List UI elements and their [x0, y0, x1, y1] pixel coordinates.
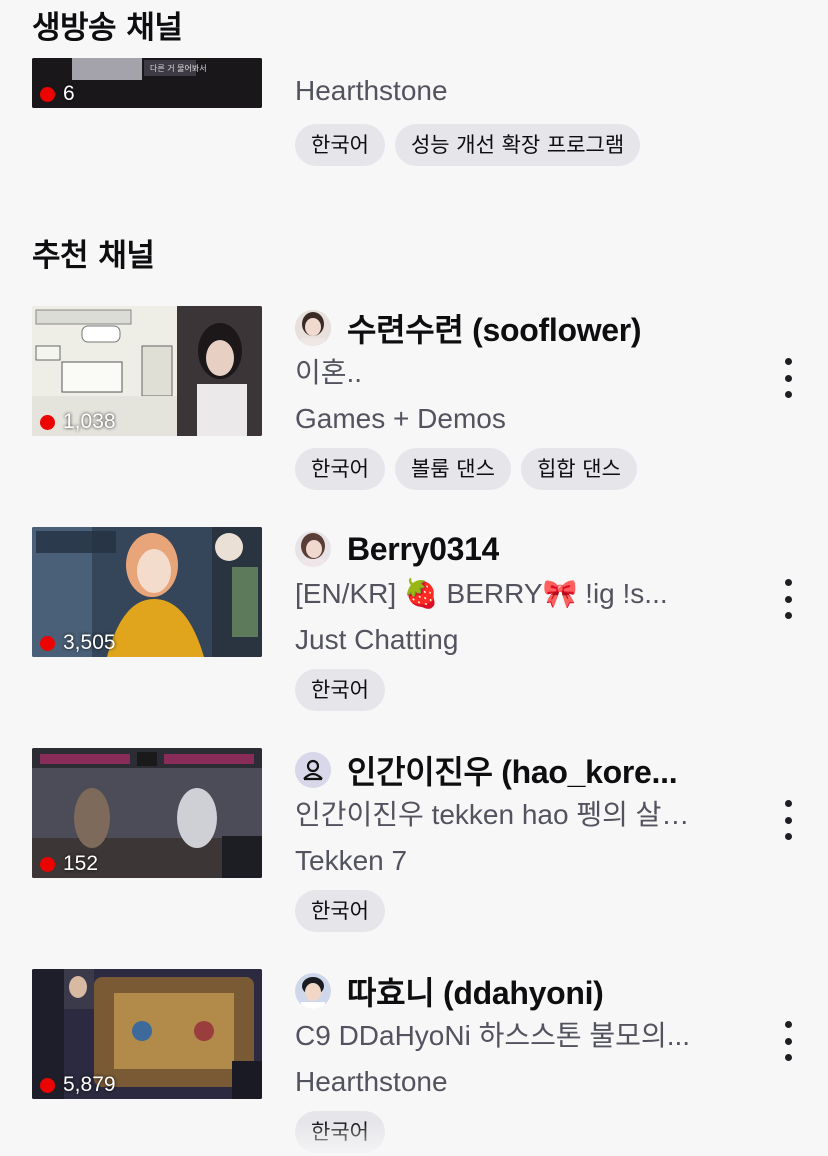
recommended-channels-page: 생방송 채널 다른 거 물어봐서 6 Hearthstone 한국어 성능 개선…: [0, 0, 828, 1156]
viewer-count-value: 5,879: [63, 1073, 116, 1096]
stream-category[interactable]: Games + Demos: [295, 396, 745, 442]
live-dot-icon: [40, 414, 55, 430]
tag[interactable]: 볼룸 댄스: [394, 448, 511, 490]
stream-thumbnail[interactable]: 다른 거 물어봐서 6: [32, 58, 262, 108]
channel-info: Hearthstone 한국어 성능 개선 확장 프로그램: [295, 68, 745, 166]
stream-title[interactable]: [EN/KR] 🍓 BERRY🎀 !ig !s...: [295, 571, 745, 617]
viewer-count-value: 3,505: [63, 631, 116, 654]
more-vertical-icon[interactable]: [776, 1021, 800, 1061]
default-user-icon: [295, 752, 331, 788]
live-dot-icon: [40, 635, 55, 651]
tag-list: 한국어: [295, 669, 745, 711]
tag[interactable]: 힙합 댄스: [520, 448, 637, 490]
tag[interactable]: 한국어: [295, 124, 385, 166]
viewer-count-value: 1,038: [63, 410, 116, 433]
tag-list: 한국어 볼룸 댄스 힙합 댄스: [295, 448, 745, 490]
stream-thumbnail[interactable]: 1,038: [32, 306, 262, 436]
viewer-count-value: 6: [63, 82, 75, 105]
stream-thumbnail[interactable]: 152: [32, 748, 262, 878]
stream-category[interactable]: Tekken 7: [295, 838, 745, 884]
avatar-image: [295, 310, 331, 346]
viewer-count: 6: [40, 82, 75, 106]
tag[interactable]: 성능 개선 확장 프로그램: [394, 124, 641, 166]
stream-thumbnail[interactable]: 5,879: [32, 969, 262, 1099]
channel-name[interactable]: 인간이진우 (hao_kore...: [347, 747, 677, 793]
live-dot-icon: [40, 86, 55, 102]
stream-title[interactable]: 인간이진우 tekken hao 펭의 살…: [295, 792, 745, 838]
viewer-count: 1,038: [40, 410, 116, 434]
channel-info: Berry0314 [EN/KR] 🍓 BERRY🎀 !ig !s... Jus…: [295, 527, 745, 711]
stream-title[interactable]: 이혼..: [295, 350, 745, 396]
tag[interactable]: 한국어: [295, 669, 385, 711]
scroll-fade: [0, 1122, 828, 1156]
live-dot-icon: [40, 1077, 55, 1093]
channel-info: 수련수련 (sooflower) 이혼.. Games + Demos 한국어 …: [295, 306, 745, 490]
viewer-count: 5,879: [40, 1073, 116, 1097]
stream-title[interactable]: C9 DDaHyoNi 하스스톤 불모의...: [295, 1013, 745, 1059]
more-vertical-icon[interactable]: [776, 800, 800, 840]
channel-name[interactable]: 따효니 (ddahyoni): [347, 968, 604, 1014]
channel-name[interactable]: 수련수련 (sooflower): [347, 305, 641, 351]
avatar[interactable]: [295, 752, 331, 788]
channel-info: 인간이진우 (hao_kore... 인간이진우 tekken hao 펭의 살…: [295, 748, 745, 932]
channel-card[interactable]: 1,038 수련수련 (sooflower) 이혼.. Games + Demo…: [0, 306, 828, 506]
channel-card[interactable]: 3,505 Berry0314 [EN/KR] 🍓 BERRY🎀 !ig !s.…: [0, 527, 828, 727]
tag[interactable]: 한국어: [295, 448, 385, 490]
stream-category[interactable]: Just Chatting: [295, 617, 745, 663]
viewer-count: 3,505: [40, 631, 116, 655]
recommended-section-title: 추천 채널: [32, 238, 155, 274]
live-dot-icon: [40, 856, 55, 872]
tag[interactable]: 한국어: [295, 890, 385, 932]
stream-category[interactable]: Hearthstone: [295, 1059, 745, 1105]
more-vertical-icon[interactable]: [776, 579, 800, 619]
avatar-image: [295, 531, 331, 567]
more-vertical-icon[interactable]: [776, 358, 800, 398]
avatar[interactable]: [295, 531, 331, 567]
thumbnail-caption: 다른 거 물어봐서: [150, 63, 207, 73]
tag-list: 한국어: [295, 890, 745, 932]
stream-category[interactable]: Hearthstone: [295, 68, 745, 114]
avatar[interactable]: [295, 973, 331, 1009]
channel-name[interactable]: Berry0314: [347, 531, 499, 568]
viewer-count: 152: [40, 852, 98, 876]
viewer-count-value: 152: [63, 852, 99, 875]
avatar-image: [295, 973, 331, 1009]
avatar[interactable]: [295, 310, 331, 346]
channel-card[interactable]: 152 인간이진우 (hao_kore... 인간이진우 tekken hao …: [0, 748, 828, 948]
tag-list: 한국어 성능 개선 확장 프로그램: [295, 124, 745, 166]
live-channel-card[interactable]: 다른 거 물어봐서 6 Hearthstone 한국어 성능 개선 확장 프로그…: [0, 0, 828, 178]
stream-thumbnail[interactable]: 3,505: [32, 527, 262, 657]
